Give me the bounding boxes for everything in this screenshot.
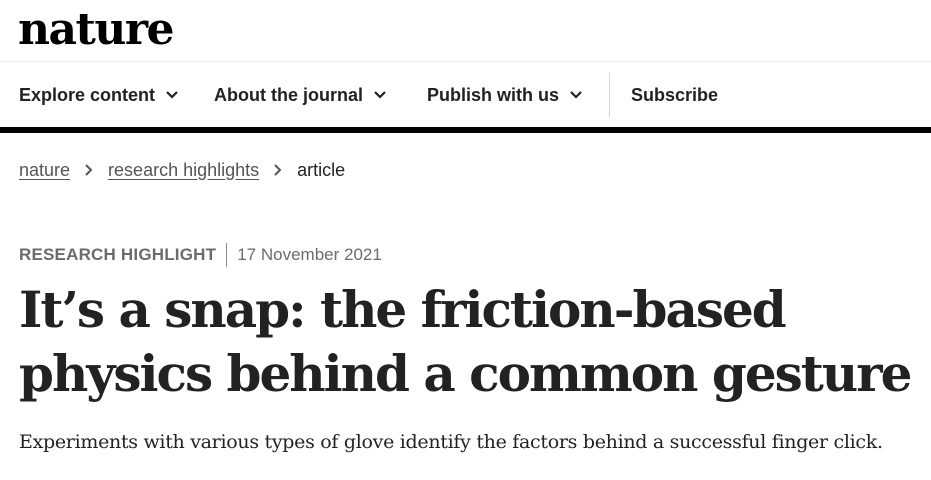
article-title-line-2: physics behind a common gesture: [19, 344, 912, 403]
article-standfirst: Experiments with various types of glove …: [19, 431, 883, 453]
breadcrumb-current: article: [297, 159, 346, 180]
nature-logo[interactable]: nature: [18, 4, 175, 56]
chevron-down-icon: [570, 91, 582, 99]
breadcrumb-link-nature[interactable]: nature: [19, 160, 70, 181]
nav-about-the-journal[interactable]: About the journal: [214, 63, 387, 127]
nav-item-label: Explore content: [19, 84, 156, 105]
chevron-right-icon: [85, 164, 93, 176]
article-date: 17 November 2021: [237, 245, 382, 264]
header-rule: [0, 127, 931, 133]
chevron-down-icon: [374, 91, 386, 99]
nav-publish-with-us[interactable]: Publish with us: [427, 63, 583, 127]
article-meta: RESEARCH HIGHLIGHT 17 November 2021: [19, 242, 382, 268]
breadcrumb: nature research highlights article: [19, 156, 345, 184]
article-title-line-1: It’s a snap: the friction-based: [19, 280, 787, 339]
article-title: It’s a snap: the friction-based physics …: [19, 278, 919, 406]
nav-item-label: Publish with us: [427, 84, 560, 105]
main-nav: Explore content About the journal Publis…: [0, 63, 931, 127]
nav-divider: [609, 73, 610, 117]
breadcrumb-link-research-highlights[interactable]: research highlights: [108, 160, 259, 181]
nav-item-label: About the journal: [214, 84, 363, 105]
article-type: RESEARCH HIGHLIGHT: [19, 245, 217, 264]
chevron-down-icon: [166, 91, 178, 99]
nav-subscribe[interactable]: Subscribe: [631, 63, 718, 127]
nav-item-label: Subscribe: [631, 84, 719, 105]
masthead: nature: [0, 0, 931, 62]
nav-explore-content[interactable]: Explore content: [19, 63, 179, 127]
meta-divider: [226, 243, 228, 267]
chevron-right-icon: [274, 164, 282, 176]
